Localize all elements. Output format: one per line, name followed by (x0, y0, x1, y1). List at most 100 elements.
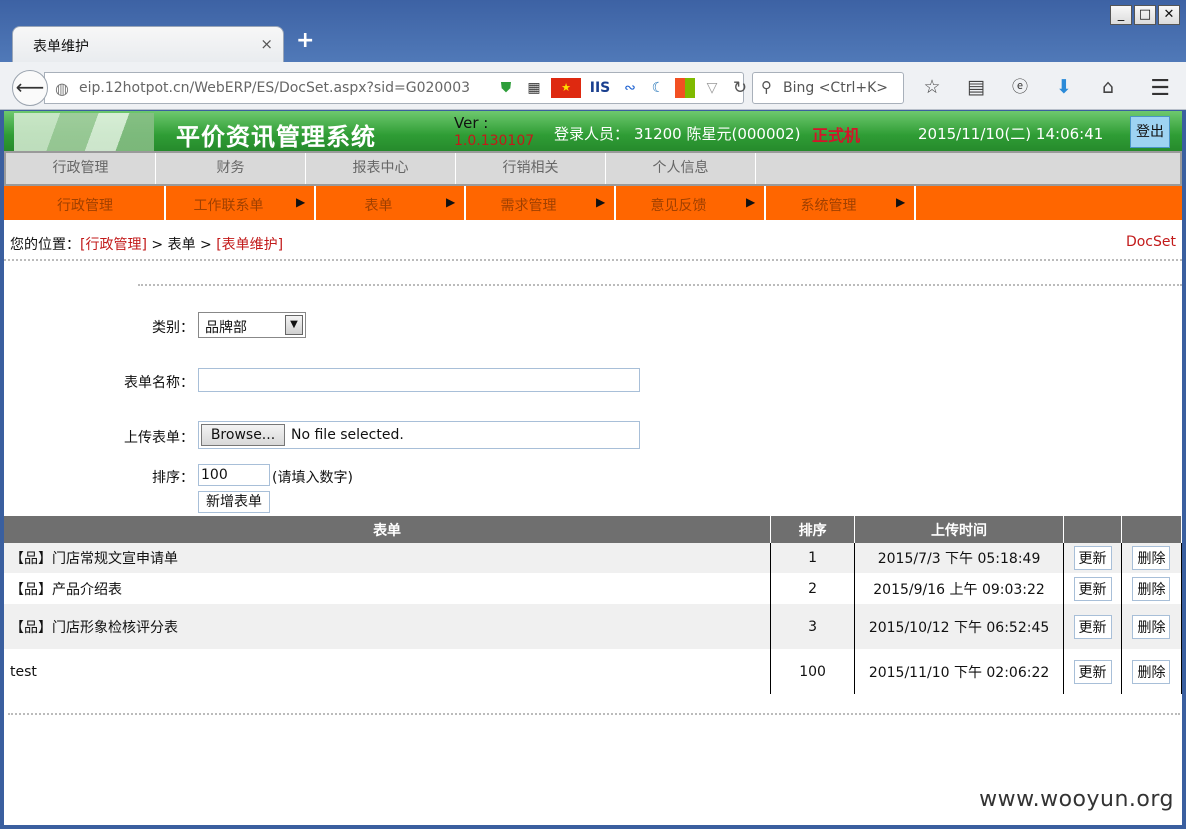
minimize-button[interactable]: _ (1110, 5, 1132, 25)
update-button[interactable]: 更新 (1073, 576, 1112, 601)
search-placeholder: Bing <Ctrl+K> (783, 80, 888, 96)
iis-server-icon[interactable]: IIS (587, 77, 613, 99)
delete-button[interactable]: 删除 (1132, 614, 1171, 639)
shield-icon[interactable]: ⛊ (495, 77, 517, 99)
login-label: 登录人员： (554, 125, 630, 143)
submenu-admin[interactable]: 行政管理 (4, 186, 166, 220)
update-button[interactable]: 更新 (1073, 546, 1112, 570)
form-name-cell[interactable]: test (4, 649, 772, 694)
browser-tab[interactable]: 表单维护 × (12, 26, 284, 62)
submenu-label: 意见反馈 (650, 198, 707, 214)
globe-icon: ◍ (55, 79, 69, 98)
bookmarks-list-icon[interactable]: ▤ (960, 74, 992, 100)
menu-item-admin[interactable]: 行政管理 (6, 153, 156, 184)
form-name-cell[interactable]: 【品】门店形象检核评分表 (4, 604, 772, 649)
upload-time-cell: 2015/7/3 下午 05:18:49 (854, 543, 1065, 573)
environment-badge: 正式机 (812, 126, 861, 145)
forms-table: 表单 排序 上传时间 【品】门店常规文宣申请单 1 2015/7/3 下午 05… (4, 516, 1182, 694)
china-flag-icon[interactable]: ★ (551, 78, 581, 98)
menu-item-marketing[interactable]: 行销相关 (456, 153, 606, 184)
login-user: 31200 陈星元(000002) (634, 125, 801, 143)
ie-tab-icon[interactable]: ⓔ (1004, 74, 1036, 100)
system-header: 平价资讯管理系统 Ver : 1.0.130107 登录人员： 31200 陈星… (4, 111, 1182, 151)
breadcrumb-admin-link[interactable]: [行政管理] (80, 237, 147, 253)
upload-time-cell: 2015/9/16 上午 09:03:22 (854, 573, 1065, 604)
submenu-requirements[interactable]: 需求管理 ▶ (466, 186, 616, 220)
file-upload-field[interactable]: Browse... No file selected. (198, 421, 640, 449)
form-name-input[interactable] (198, 368, 640, 392)
add-form-button[interactable]: 新增表单 (198, 491, 270, 513)
order-label: 排序： (152, 470, 194, 486)
qr-code-icon[interactable]: ▦ (523, 77, 545, 99)
url-bar[interactable]: ◍ eip.12hotpot.cn/WebERP/ES/DocSet.aspx?… (44, 72, 747, 104)
url-text[interactable]: eip.12hotpot.cn/WebERP/ES/DocSet.aspx?si… (79, 80, 470, 96)
back-button[interactable]: ⟵ (12, 70, 48, 106)
submenu-label: 需求管理 (500, 198, 557, 214)
delete-button[interactable]: 删除 (1132, 546, 1171, 570)
current-datetime: 2015/11/10(二) 14:06:41 (918, 125, 1104, 143)
form-name-cell[interactable]: 【品】门店常规文宣申请单 (4, 543, 772, 573)
submenu-forms[interactable]: 表单 ▶ (316, 186, 466, 220)
update-cell: 更新 (1063, 649, 1122, 694)
tab-close-icon[interactable]: × (260, 35, 273, 53)
primary-menu: 行政管理 财务 报表中心 行销相关 个人信息 (4, 151, 1182, 186)
window-controls: _ □ ✕ (1110, 5, 1180, 25)
submenu-work-contact[interactable]: 工作联系单 ▶ (166, 186, 316, 220)
url-bar-icons: ⛊ ▦ ★ IIS ∾ ☾ ▽ ↻ (495, 77, 751, 99)
maximize-button[interactable]: □ (1134, 5, 1156, 25)
file-status: No file selected. (291, 427, 404, 443)
form-name-label: 表单名称： (124, 375, 194, 391)
order-hint: (请填入数字) (272, 470, 353, 486)
upload-time-cell: 2015/10/12 下午 06:52:45 (854, 604, 1065, 649)
form-name-cell[interactable]: 【品】产品介绍表 (4, 573, 772, 604)
secondary-menu: 行政管理 工作联系单 ▶ 表单 ▶ 需求管理 ▶ 意见反馈 ▶ 系统管理 ▶ (4, 186, 1182, 220)
column-header-upload-time: 上传时间 (854, 516, 1065, 543)
new-tab-button[interactable]: + (296, 28, 314, 53)
close-window-button[interactable]: ✕ (1158, 5, 1180, 25)
home-icon[interactable]: ⌂ (1092, 74, 1124, 100)
submenu-feedback[interactable]: 意见反馈 ▶ (616, 186, 766, 220)
menu-item-finance[interactable]: 财务 (156, 153, 306, 184)
dropdown-arrow-icon[interactable]: ▽ (701, 77, 723, 99)
delete-button[interactable]: 删除 (1132, 576, 1171, 601)
jquery-icon[interactable]: ☾ (647, 77, 669, 99)
download-icon[interactable]: ⬇ (1048, 74, 1080, 100)
update-button[interactable]: 更新 (1073, 659, 1112, 684)
table-row: 【品】门店常规文宣申请单 1 2015/7/3 下午 05:18:49 更新 删… (4, 543, 1182, 573)
windows-logo-icon[interactable] (675, 78, 695, 98)
version-number: 1.0.130107 (454, 133, 535, 149)
browse-button[interactable]: Browse... (201, 424, 285, 446)
upload-time-cell: 2015/11/10 下午 02:06:22 (854, 649, 1065, 694)
order-input[interactable]: 100 (198, 464, 270, 486)
breadcrumb-forms: 表单 (167, 237, 196, 253)
menu-item-reports[interactable]: 报表中心 (306, 153, 456, 184)
submenu-label: 系统管理 (800, 198, 857, 214)
breadcrumb-current-link[interactable]: [表单维护] (216, 237, 283, 253)
breadcrumb-separator: > (146, 237, 168, 253)
tab-title: 表单维护 (33, 39, 89, 55)
submenu-label: 表单 (364, 198, 393, 214)
submenu-system[interactable]: 系统管理 ▶ (766, 186, 916, 220)
column-header-update (1063, 516, 1122, 543)
delete-cell: 删除 (1121, 543, 1182, 573)
logout-button[interactable]: 登出 (1130, 116, 1170, 148)
browser-titlebar: 表单维护 × + _ □ ✕ (0, 0, 1186, 62)
update-button[interactable]: 更新 (1073, 614, 1112, 639)
order-cell: 100 (770, 649, 856, 694)
category-select[interactable]: 品牌部 ▼ (198, 312, 306, 338)
reload-icon[interactable]: ↻ (729, 77, 751, 99)
delete-cell: 删除 (1121, 573, 1182, 604)
chevron-down-icon[interactable]: ▼ (285, 315, 303, 335)
hamburger-menu-icon[interactable]: ☰ (1150, 76, 1170, 101)
delete-button[interactable]: 删除 (1132, 659, 1171, 684)
asp-net-icon[interactable]: ∾ (619, 77, 641, 99)
divider (138, 284, 1182, 286)
watermark: www.wooyun.org (979, 787, 1174, 812)
toolbar-icons: ☆ ▤ ⓔ ⬇ ⌂ (916, 74, 1124, 100)
category-label: 类别： (152, 320, 194, 336)
bookmark-star-icon[interactable]: ☆ (916, 74, 948, 100)
table-header-row: 表单 排序 上传时间 (4, 516, 1182, 543)
search-bar[interactable]: ⚲ Bing <Ctrl+K> (752, 72, 904, 104)
system-title: 平价资讯管理系统 (176, 123, 376, 151)
menu-item-personal[interactable]: 个人信息 (606, 153, 756, 184)
